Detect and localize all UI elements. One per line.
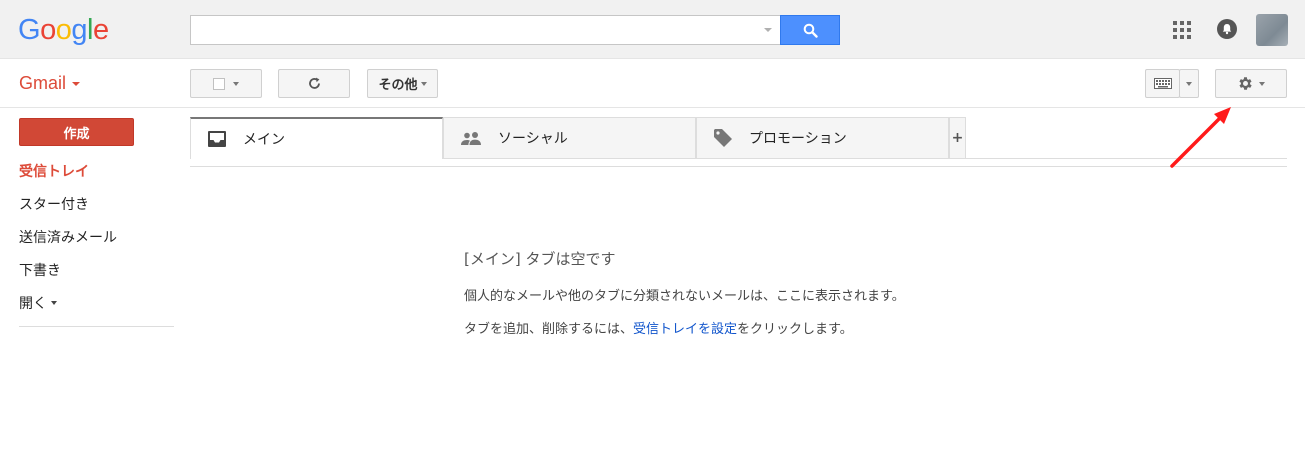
notifications-bell-icon[interactable] <box>1217 19 1237 39</box>
sidebar-item-label: 受信トレイ <box>19 164 89 180</box>
chevron-down-icon <box>420 81 427 86</box>
logo-letter: G <box>18 14 41 46</box>
more-button[interactable]: その他 <box>367 69 438 98</box>
chevron-down-icon <box>51 301 57 305</box>
people-icon <box>460 131 482 145</box>
category-tabs: メイン ソーシャル プロモーション + <box>190 117 1287 159</box>
tab-label: ソーシャル <box>498 131 568 147</box>
input-tools-dropdown[interactable] <box>1179 69 1199 98</box>
tip-text-before: タブを追加、削除するには、 <box>464 322 634 337</box>
keyboard-icon <box>1153 78 1172 89</box>
compose-button[interactable]: 作成 <box>19 118 134 146</box>
select-button[interactable] <box>190 69 262 98</box>
empty-state-tip: タブを追加、削除するには、受信トレイを設定をクリックします。 <box>464 318 853 337</box>
search-options-caret-icon[interactable] <box>764 28 772 32</box>
sidebar-item-label: スター付き <box>19 197 89 213</box>
tab-content-divider <box>190 166 1287 167</box>
sidebar-divider <box>19 326 174 327</box>
sidebar-item-drafts[interactable]: 下書き <box>19 260 61 280</box>
logo-letter: o <box>55 14 72 46</box>
tip-text-after: をクリックします。 <box>737 322 853 337</box>
input-tools-button[interactable] <box>1145 69 1180 98</box>
chevron-down-icon <box>72 81 81 86</box>
settings-button[interactable] <box>1215 69 1287 98</box>
search-button[interactable] <box>780 15 840 45</box>
search-input[interactable] <box>190 15 780 45</box>
sidebar-item-inbox[interactable]: 受信トレイ <box>19 161 89 181</box>
tab-bar-border <box>966 158 1287 159</box>
bell-icon <box>1222 24 1232 35</box>
annotation-arrow-icon <box>1170 107 1231 168</box>
google-logo[interactable]: Google <box>18 14 109 47</box>
sidebar-item-sent[interactable]: 送信済みメール <box>19 227 117 247</box>
sidebar-item-label: 送信済みメール <box>19 230 117 246</box>
gmail-menu[interactable]: Gmail <box>19 73 81 94</box>
tab-social[interactable]: ソーシャル <box>443 117 696 159</box>
sidebar-item-starred[interactable]: スター付き <box>19 194 89 214</box>
apps-grid-icon[interactable] <box>1173 21 1191 39</box>
sidebar-item-label: 下書き <box>19 263 61 279</box>
search-icon <box>803 23 818 38</box>
tab-promotions[interactable]: プロモーション <box>696 117 949 159</box>
chevron-down-icon <box>1186 81 1192 86</box>
refresh-button[interactable] <box>278 69 350 98</box>
select-checkbox-icon <box>213 77 225 90</box>
avatar[interactable] <box>1256 14 1288 46</box>
chevron-down-icon <box>1259 81 1265 86</box>
refresh-icon <box>308 77 320 89</box>
add-tab-button[interactable]: + <box>949 117 966 159</box>
top-bar: Google <box>0 0 1305 59</box>
chevron-down-icon <box>233 81 239 86</box>
app-title: Gmail <box>19 73 67 93</box>
settings-gear-icon <box>1239 77 1252 90</box>
tab-primary[interactable]: メイン <box>190 117 443 159</box>
logo-letter: e <box>92 14 109 46</box>
tab-label: プロモーション <box>749 131 847 147</box>
logo-letter: g <box>71 14 87 46</box>
sidebar-item-label: 開く <box>19 296 47 312</box>
tab-label: メイン <box>243 132 285 148</box>
logo-letter: o <box>40 14 56 46</box>
configure-inbox-link[interactable]: 受信トレイを設定 <box>633 322 737 337</box>
empty-state-description: 個人的なメールや他のタブに分類されないメールは、ここに表示されます。 <box>464 289 905 304</box>
inbox-tray-icon <box>207 130 227 148</box>
sidebar-item-more[interactable]: 開く <box>19 293 57 313</box>
tag-icon <box>713 128 733 148</box>
toolbar-row: Gmail その他 <box>0 60 1305 108</box>
more-label: その他 <box>378 77 418 92</box>
empty-state-title: [メイン] タブは空です <box>464 250 616 268</box>
